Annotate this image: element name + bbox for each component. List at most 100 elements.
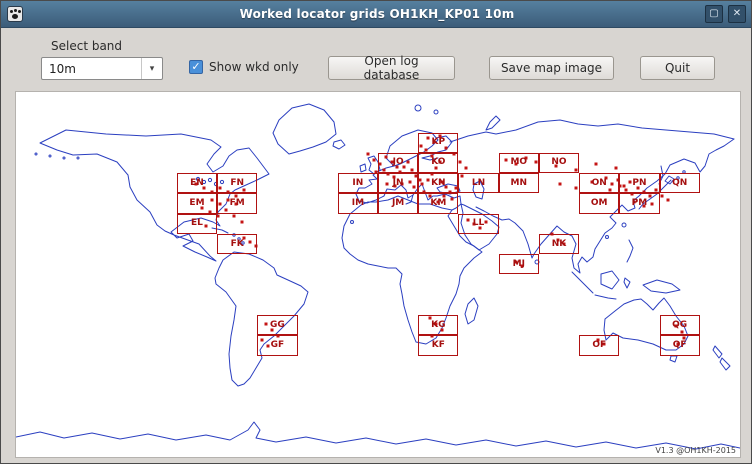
- grid-box-OM: OM: [579, 193, 620, 214]
- select-band-label: Select band: [51, 39, 123, 53]
- grid-box-OF: OF: [579, 335, 620, 356]
- grid-box-KM: KM: [418, 193, 459, 214]
- close-icon: ✕: [732, 8, 742, 19]
- grid-label: JN: [392, 177, 404, 188]
- worked-square-dot: [458, 160, 462, 164]
- show-wkd-only-label: Show wkd only: [209, 60, 299, 74]
- chevron-down-icon: ▾: [141, 58, 162, 79]
- grid-box-ON: ON: [579, 173, 620, 194]
- grid-box-IM: IM: [337, 193, 378, 214]
- worked-square-dot: [240, 220, 244, 224]
- worked-square-dot: [232, 214, 236, 218]
- grid-label: KG: [431, 319, 446, 330]
- grid-label: IM: [351, 198, 365, 208]
- grid-box-NK: NK: [538, 233, 580, 255]
- grid-label: KM: [430, 198, 447, 208]
- version-label: V1.3 @OH1KH-2015: [655, 446, 736, 455]
- grid-box-KF: KF: [418, 335, 459, 356]
- save-map-image-button[interactable]: Save map image: [489, 56, 614, 80]
- grid-box-KG: KG: [418, 315, 459, 336]
- grid-box-NO: NO: [538, 152, 580, 174]
- worked-square-dot: [464, 166, 468, 170]
- grid-label: OM: [590, 198, 608, 208]
- grid-label: PM: [631, 198, 648, 208]
- grid-label: FN: [230, 177, 245, 188]
- grid-box-MN: MN: [498, 173, 539, 194]
- grid-label: KN: [431, 177, 446, 188]
- grid-box-GF: GF: [257, 335, 298, 356]
- worked-square-dot: [574, 186, 578, 190]
- show-wkd-only-row: ✓ Show wkd only: [189, 60, 299, 74]
- grid-label: QF: [672, 339, 687, 350]
- worked-square-dot: [614, 166, 618, 170]
- grid-label: EM: [189, 198, 205, 208]
- grid-label: LN: [471, 177, 486, 188]
- grid-label: FM: [229, 198, 245, 208]
- grid-box-MO: MO: [498, 152, 539, 174]
- grid-box-GG: GG: [257, 315, 298, 336]
- grid-label: MJ: [512, 258, 525, 269]
- grid-box-LN: LN: [458, 173, 499, 194]
- grid-box-FM: FM: [217, 193, 258, 214]
- grid-box-KP: KP: [418, 132, 459, 153]
- worked-square-dot: [558, 182, 562, 186]
- worked-square-dot: [372, 158, 376, 162]
- grid-label: EN: [190, 177, 204, 188]
- band-select-value: 10m: [49, 61, 76, 76]
- grid-label: KF: [431, 339, 445, 350]
- grid-label: FK: [230, 238, 244, 249]
- worked-square-dot: [666, 198, 670, 202]
- grid-label: ON: [591, 177, 607, 188]
- grid-label: NK: [551, 238, 567, 249]
- maximize-button[interactable]: ▢: [705, 5, 723, 23]
- checkmark-icon: ✓: [191, 60, 201, 73]
- grid-box-QN: QN: [659, 173, 700, 194]
- grid-box-PN: PN: [619, 173, 660, 194]
- show-wkd-only-checkbox[interactable]: ✓: [189, 60, 203, 74]
- app-window: Worked locator grids OH1KH_KP01 10m ▢ ✕ …: [0, 0, 752, 464]
- maximize-icon: ▢: [709, 8, 719, 19]
- grid-label: PN: [632, 177, 647, 188]
- grid-label: QG: [672, 319, 688, 330]
- grid-box-PM: PM: [619, 193, 660, 214]
- open-log-database-button[interactable]: Open log database: [328, 54, 455, 82]
- grid-box-IN: IN: [337, 173, 378, 194]
- grid-box-MJ: MJ: [498, 254, 539, 275]
- grid-box-QG: QG: [659, 315, 700, 336]
- grid-box-QF: QF: [659, 335, 700, 356]
- grid-label: NO: [551, 157, 567, 168]
- grid-label: KO: [431, 157, 446, 168]
- grid-label: MN: [510, 177, 528, 188]
- grid-label: GG: [270, 319, 285, 330]
- grid-box-KO: KO: [418, 152, 459, 174]
- grid-label: OF: [592, 339, 607, 350]
- worked-square-dot: [594, 162, 598, 166]
- world-map-coastlines: [16, 103, 740, 450]
- grid-label: EL: [191, 218, 203, 229]
- worked-square-dot: [660, 194, 664, 198]
- grid-box-FK: FK: [217, 233, 258, 255]
- worked-square-dot: [366, 152, 370, 156]
- grid-label: MO: [510, 157, 528, 168]
- grid-label: GF: [270, 339, 285, 350]
- grid-box-JO: JO: [378, 152, 419, 174]
- grid-label: JM: [391, 198, 405, 208]
- grid-box-EM: EM: [176, 193, 218, 214]
- grid-label: IN: [352, 177, 364, 188]
- grid-label: JO: [392, 157, 404, 168]
- grid-label: LL: [472, 218, 485, 229]
- map-panel: V1.3 @OH1KH-2015 KP KO JO MO NO IN JN KN LN MN ON P…: [15, 91, 741, 458]
- grid-box-KN: KN: [418, 173, 459, 194]
- grid-box-JN: JN: [378, 173, 419, 194]
- window-title: Worked locator grids OH1KH_KP01 10m: [239, 7, 515, 21]
- grid-box-FN: FN: [217, 173, 258, 194]
- grid-box-EL: EL: [176, 213, 218, 234]
- close-button[interactable]: ✕: [728, 5, 746, 23]
- grid-box-LL: LL: [458, 213, 499, 234]
- quit-button[interactable]: Quit: [640, 56, 715, 80]
- grid-box-JM: JM: [378, 193, 419, 214]
- band-select-dropdown[interactable]: 10m ▾: [41, 57, 163, 80]
- titlebar[interactable]: Worked locator grids OH1KH_KP01 10m ▢ ✕: [1, 1, 751, 28]
- grid-label: KP: [431, 137, 446, 148]
- grid-box-EN: EN: [176, 173, 218, 194]
